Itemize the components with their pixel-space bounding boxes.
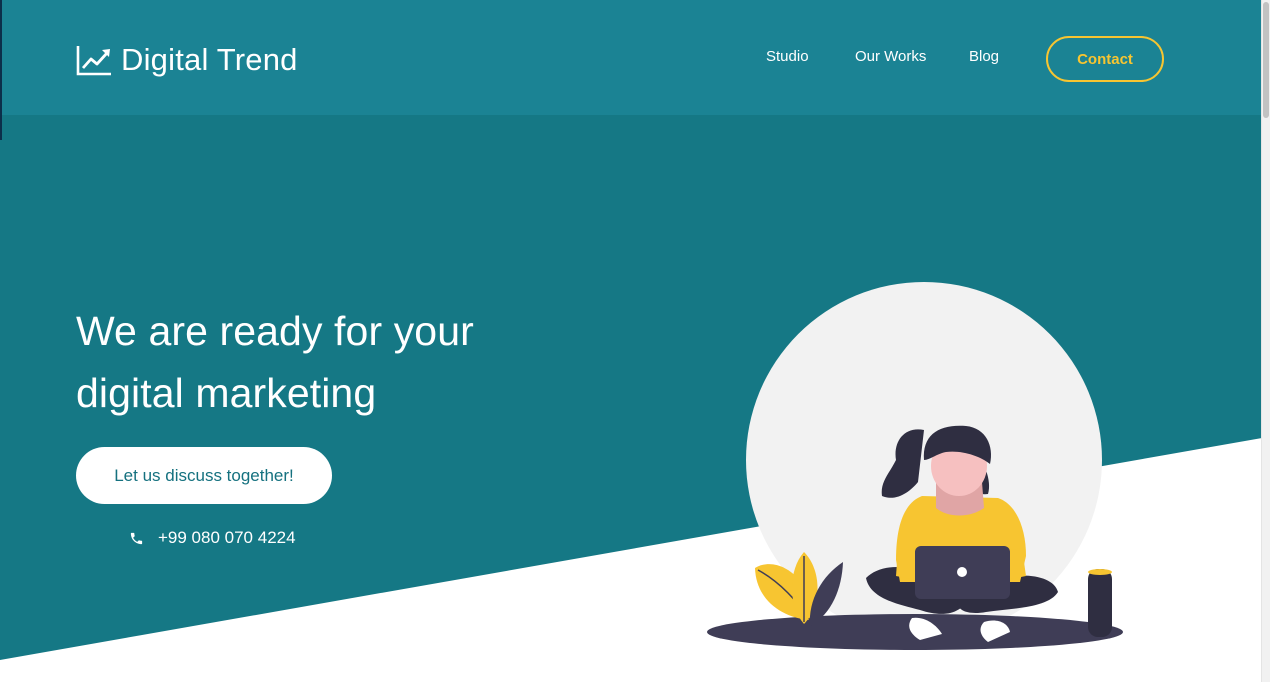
- page: Digital Trend Studio Our Works Blog Cont…: [0, 0, 1270, 682]
- hero-headline-line-1: We are ready for your: [76, 308, 474, 354]
- phone-link[interactable]: +99 080 070 4224: [129, 528, 296, 548]
- hero-headline-line-2: digital marketing: [76, 370, 377, 416]
- window-edge: [0, 0, 2, 140]
- nav-link-our-works[interactable]: Our Works: [855, 48, 926, 66]
- discuss-together-button[interactable]: Let us discuss together!: [76, 447, 332, 504]
- vertical-scrollbar[interactable]: [1261, 0, 1270, 682]
- nav-link-blog[interactable]: Blog: [969, 48, 999, 66]
- scrollbar-thumb[interactable]: [1263, 2, 1269, 118]
- woman-with-laptop-illustration: [707, 282, 1123, 650]
- brand-name: Digital Trend: [121, 42, 298, 77]
- brand-logo[interactable]: Digital Trend: [76, 42, 298, 78]
- nav-link-studio[interactable]: Studio: [766, 48, 809, 66]
- trending-chart-icon: [76, 46, 111, 76]
- phone-number: +99 080 070 4224: [158, 528, 296, 547]
- hero-headline: We are ready for your digital marketing: [76, 300, 636, 424]
- contact-button[interactable]: Contact: [1046, 36, 1164, 82]
- phone-icon: [130, 532, 143, 544]
